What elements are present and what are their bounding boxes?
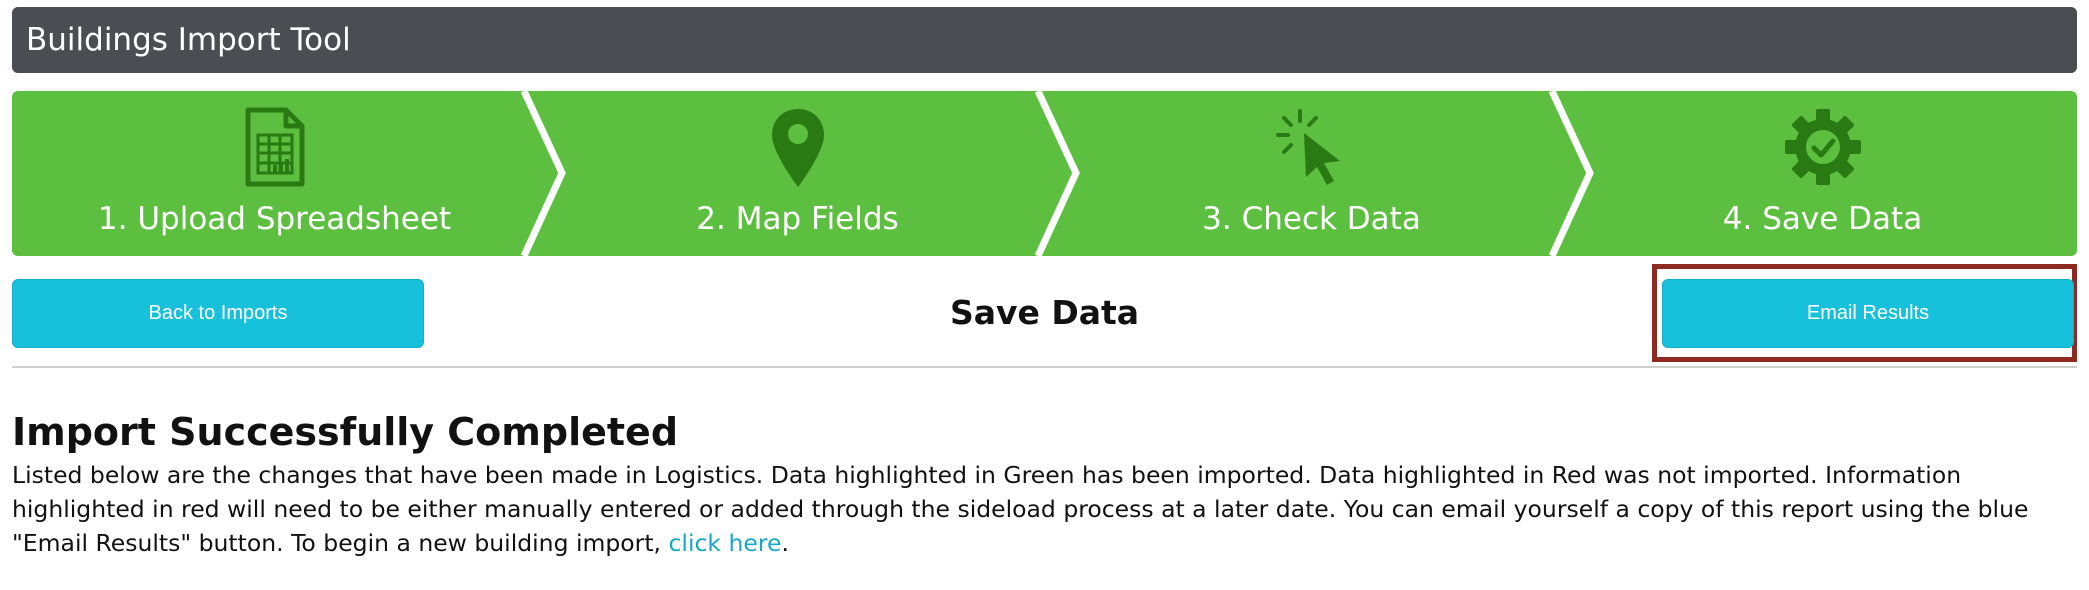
map-pin-icon: [770, 107, 826, 193]
import-results-description: Listed below are the changes that have b…: [12, 458, 2082, 560]
wizard-step-check-data[interactable]: 3. Check Data: [1054, 91, 1569, 256]
wizard-step-label: 1. Upload Spreadsheet: [97, 201, 452, 237]
wizard-step-label: 2. Map Fields: [696, 201, 899, 237]
description-end: .: [781, 529, 789, 557]
spreadsheet-icon: [244, 107, 306, 191]
description-text: Listed below are the changes that have b…: [12, 461, 2029, 557]
import-wizard-steps: 1. Upload Spreadsheet 2. Map Fields 3. C…: [12, 91, 2077, 256]
divider: [12, 366, 2077, 368]
page-title: Buildings Import Tool: [26, 22, 351, 58]
wizard-step-map-fields[interactable]: 2. Map Fields: [540, 91, 1055, 256]
wizard-step-label: 4. Save Data: [1722, 201, 1923, 237]
wizard-step-label: 3. Check Data: [1202, 201, 1421, 237]
wizard-step-save-data[interactable]: 4. Save Data: [1568, 91, 2077, 256]
page-header: Buildings Import Tool: [12, 7, 2077, 73]
cursor-click-icon: [1274, 107, 1350, 191]
gear-check-icon: [1783, 107, 1863, 191]
import-success-heading: Import Successfully Completed: [12, 410, 679, 454]
wizard-step-upload[interactable]: 1. Upload Spreadsheet: [12, 91, 537, 256]
new-import-link[interactable]: click here: [669, 529, 782, 557]
email-results-button[interactable]: Email Results: [1662, 279, 2074, 348]
